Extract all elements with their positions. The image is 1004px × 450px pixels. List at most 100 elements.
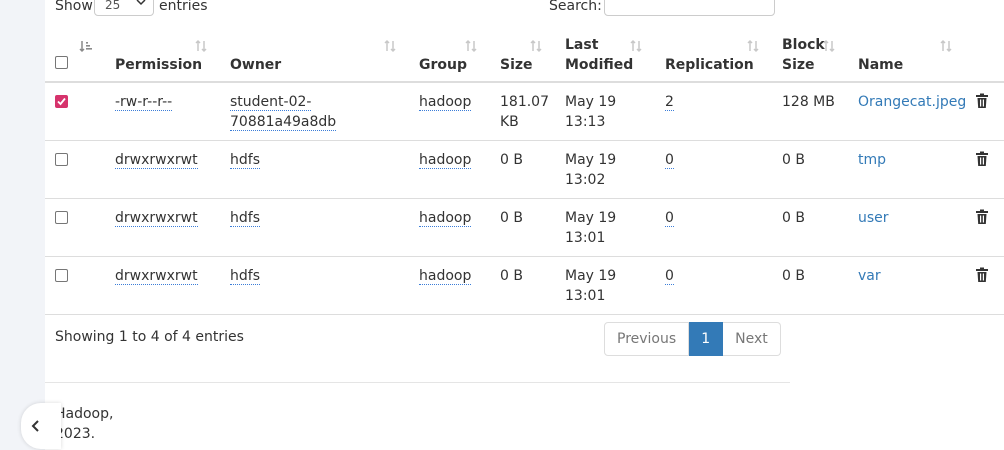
- sort-both-icon[interactable]: [529, 39, 543, 53]
- cell-permission[interactable]: -rw-r--r--: [105, 82, 220, 141]
- row-select-cell: [45, 140, 105, 199]
- group-value[interactable]: hadoop: [419, 152, 472, 169]
- block-size-value: 128 MB: [782, 94, 835, 110]
- size-value: 181.07 KB: [500, 94, 549, 130]
- row-checkbox[interactable]: [55, 269, 68, 282]
- owner-value[interactable]: hdfs: [230, 152, 260, 169]
- replication-value[interactable]: 2: [665, 94, 674, 111]
- cell-group[interactable]: hadoop: [409, 140, 490, 199]
- replication-value[interactable]: 0: [665, 152, 674, 169]
- cell-owner[interactable]: hdfs: [220, 140, 409, 199]
- cell-actions: [965, 82, 1004, 141]
- cell-group[interactable]: hadoop: [409, 82, 490, 141]
- header-replication-label: Replication: [665, 57, 754, 73]
- permission-value[interactable]: -rw-r--r--: [115, 94, 173, 111]
- select-all-header[interactable]: [45, 29, 105, 83]
- page-1-button[interactable]: 1: [689, 322, 724, 356]
- row-checkbox[interactable]: [55, 211, 68, 224]
- header-last-modified-label: Last Modified: [565, 37, 634, 73]
- sort-both-icon[interactable]: [939, 39, 953, 53]
- sort-both-icon[interactable]: [746, 39, 760, 53]
- group-value[interactable]: hadoop: [419, 210, 472, 227]
- previous-page-button[interactable]: Previous: [604, 322, 690, 356]
- cell-replication[interactable]: 0: [655, 256, 772, 315]
- chevron-down-icon: [136, 0, 146, 6]
- file-name-link[interactable]: var: [858, 268, 881, 284]
- sort-both-icon[interactable]: [464, 39, 478, 53]
- last-modified-value: May 19 13:01: [565, 210, 617, 246]
- permission-value[interactable]: drwxrwxrwt: [115, 210, 198, 227]
- select-all-checkbox[interactable]: [55, 56, 68, 69]
- cell-group[interactable]: hadoop: [409, 256, 490, 315]
- header-owner-label: Owner: [230, 57, 282, 73]
- block-size-value: 0 B: [782, 152, 805, 168]
- file-name-link[interactable]: tmp: [858, 152, 886, 168]
- replication-value[interactable]: 0: [665, 268, 674, 285]
- table-info: Showing 1 to 4 of 4 entries: [55, 329, 244, 345]
- group-value[interactable]: hadoop: [419, 268, 472, 285]
- cell-owner[interactable]: hdfs: [220, 256, 409, 315]
- group-value[interactable]: hadoop: [419, 94, 472, 111]
- page-length-select[interactable]: 25: [94, 0, 154, 16]
- cell-group[interactable]: hadoop: [409, 198, 490, 257]
- sort-ascending-icon[interactable]: [79, 39, 93, 53]
- cell-size: 0 B: [490, 140, 555, 199]
- trash-icon[interactable]: [975, 209, 989, 225]
- chevron-left-icon: [31, 420, 39, 432]
- search-input[interactable]: [604, 0, 775, 16]
- footer: Hadoop, 2023.: [55, 404, 113, 444]
- file-listing-table: Permission Owner Group Size Last Modifie…: [45, 29, 1004, 315]
- cell-permission[interactable]: drwxrwxrwt: [105, 198, 220, 257]
- trash-icon[interactable]: [975, 93, 989, 109]
- cell-permission[interactable]: drwxrwxrwt: [105, 140, 220, 199]
- cell-owner[interactable]: hdfs: [220, 198, 409, 257]
- cell-replication[interactable]: 0: [655, 198, 772, 257]
- file-name-link[interactable]: user: [858, 210, 889, 226]
- row-checkbox[interactable]: [55, 153, 68, 166]
- cell-replication[interactable]: 0: [655, 140, 772, 199]
- header-permission[interactable]: Permission: [105, 29, 220, 83]
- cell-block-size: 128 MB: [772, 82, 848, 141]
- sort-both-icon[interactable]: [194, 39, 208, 53]
- sort-both-icon[interactable]: [629, 39, 643, 53]
- header-size[interactable]: Size: [490, 29, 555, 83]
- owner-value[interactable]: student-02-70881a49a8db: [230, 94, 337, 131]
- table-row[interactable]: -rw-r--r-- student-02-70881a49a8db hadoo…: [45, 82, 1004, 141]
- row-select-cell: [45, 198, 105, 257]
- cell-block-size: 0 B: [772, 256, 848, 315]
- owner-value[interactable]: hdfs: [230, 210, 260, 227]
- checkmark-icon: [57, 97, 66, 106]
- header-block-size[interactable]: Block Size: [772, 29, 848, 83]
- sort-both-icon[interactable]: [822, 39, 836, 53]
- entries-label: entries: [159, 0, 208, 14]
- permission-value[interactable]: drwxrwxrwt: [115, 268, 198, 285]
- cell-owner[interactable]: student-02-70881a49a8db: [220, 82, 409, 141]
- cell-permission[interactable]: drwxrwxrwt: [105, 256, 220, 315]
- cell-actions: [965, 256, 1004, 315]
- footer-divider: [45, 382, 790, 383]
- permission-value[interactable]: drwxrwxrwt: [115, 152, 198, 169]
- size-value: 0 B: [500, 152, 523, 168]
- table-header-row: Permission Owner Group Size Last Modifie…: [45, 29, 1004, 83]
- file-name-link[interactable]: Orangecat.jpeg: [858, 94, 966, 110]
- row-checkbox[interactable]: [55, 95, 68, 108]
- trash-icon[interactable]: [975, 151, 989, 167]
- cell-size: 0 B: [490, 198, 555, 257]
- sort-both-icon[interactable]: [383, 39, 397, 53]
- header-name[interactable]: Name: [848, 29, 965, 83]
- header-group[interactable]: Group: [409, 29, 490, 83]
- table-row[interactable]: drwxrwxrwt hdfs hadoop 0 B May 19 13:01 …: [45, 198, 1004, 257]
- table-row[interactable]: drwxrwxrwt hdfs hadoop 0 B May 19 13:01 …: [45, 256, 1004, 315]
- next-page-button[interactable]: Next: [723, 322, 781, 356]
- table-row[interactable]: drwxrwxrwt hdfs hadoop 0 B May 19 13:02 …: [45, 140, 1004, 199]
- header-replication[interactable]: Replication: [655, 29, 772, 83]
- size-value: 0 B: [500, 268, 523, 284]
- cell-name: user: [848, 198, 965, 257]
- cell-replication[interactable]: 2: [655, 82, 772, 141]
- owner-value[interactable]: hdfs: [230, 268, 260, 285]
- replication-value[interactable]: 0: [665, 210, 674, 227]
- collapse-sidebar-button[interactable]: [21, 403, 61, 449]
- header-owner[interactable]: Owner: [220, 29, 409, 83]
- trash-icon[interactable]: [975, 267, 989, 283]
- header-last-modified[interactable]: Last Modified: [555, 29, 655, 83]
